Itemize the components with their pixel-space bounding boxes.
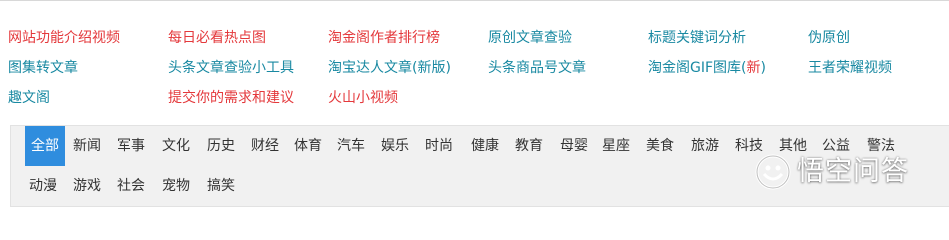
link-submit-feedback[interactable]: 提交你的需求和建议 (168, 86, 294, 110)
category-education[interactable]: 教育 (515, 126, 543, 166)
category-pets[interactable]: 宠物 (162, 166, 190, 206)
category-games[interactable]: 游戏 (73, 166, 101, 206)
category-health[interactable]: 健康 (471, 126, 499, 166)
link-gif-library-prefix: 淘金阁GIF图库( (648, 60, 747, 76)
link-huoshan-video[interactable]: 火山小视频 (328, 86, 398, 110)
category-culture[interactable]: 文化 (162, 126, 190, 166)
category-all[interactable]: 全部 (25, 126, 65, 166)
link-gif-library[interactable]: 淘金阁GIF图库(新) (648, 56, 766, 80)
top-divider (0, 0, 949, 7)
wukong-logo-icon (755, 154, 791, 190)
category-news[interactable]: 新闻 (73, 126, 101, 166)
category-travel[interactable]: 旅游 (691, 126, 719, 166)
category-parenting[interactable]: 母婴 (560, 126, 588, 166)
category-society[interactable]: 社会 (117, 166, 145, 206)
category-auto[interactable]: 汽车 (337, 126, 365, 166)
link-gif-library-suffix: ) (760, 60, 766, 76)
link-author-ranking[interactable]: 淘金阁作者排行榜 (328, 26, 440, 50)
link-gallery-to-article[interactable]: 图集转文章 (8, 56, 78, 80)
watermark-text: 悟空问答 (797, 156, 909, 187)
link-title-keyword-analysis[interactable]: 标题关键词分析 (648, 26, 746, 50)
link-site-intro-video[interactable]: 网站功能介绍视频 (8, 26, 120, 50)
category-food[interactable]: 美食 (646, 126, 674, 166)
new-badge: 新 (746, 60, 761, 76)
category-fashion[interactable]: 时尚 (425, 126, 453, 166)
link-quwenge[interactable]: 趣文阁 (8, 86, 50, 110)
category-military[interactable]: 军事 (117, 126, 145, 166)
category-finance[interactable]: 财经 (251, 126, 279, 166)
category-horoscope[interactable]: 星座 (602, 126, 630, 166)
link-honor-of-kings-video[interactable]: 王者荣耀视频 (808, 56, 892, 80)
category-sports[interactable]: 体育 (294, 126, 322, 166)
category-history[interactable]: 历史 (207, 126, 235, 166)
category-anime[interactable]: 动漫 (29, 166, 57, 206)
category-funny[interactable]: 搞笑 (207, 166, 235, 206)
link-taobao-article[interactable]: 淘宝达人文章(新版) (328, 56, 451, 80)
link-pseudo-original[interactable]: 伪原创 (808, 26, 850, 50)
link-original-check[interactable]: 原创文章查验 (488, 26, 572, 50)
link-toutiao-product-article[interactable]: 头条商品号文章 (488, 56, 586, 80)
link-toutiao-check-tool[interactable]: 头条文章查验小工具 (168, 56, 294, 80)
link-daily-hot-images[interactable]: 每日必看热点图 (168, 26, 266, 50)
category-entertainment[interactable]: 娱乐 (381, 126, 409, 166)
wukong-watermark: 悟空问答 (755, 150, 935, 194)
